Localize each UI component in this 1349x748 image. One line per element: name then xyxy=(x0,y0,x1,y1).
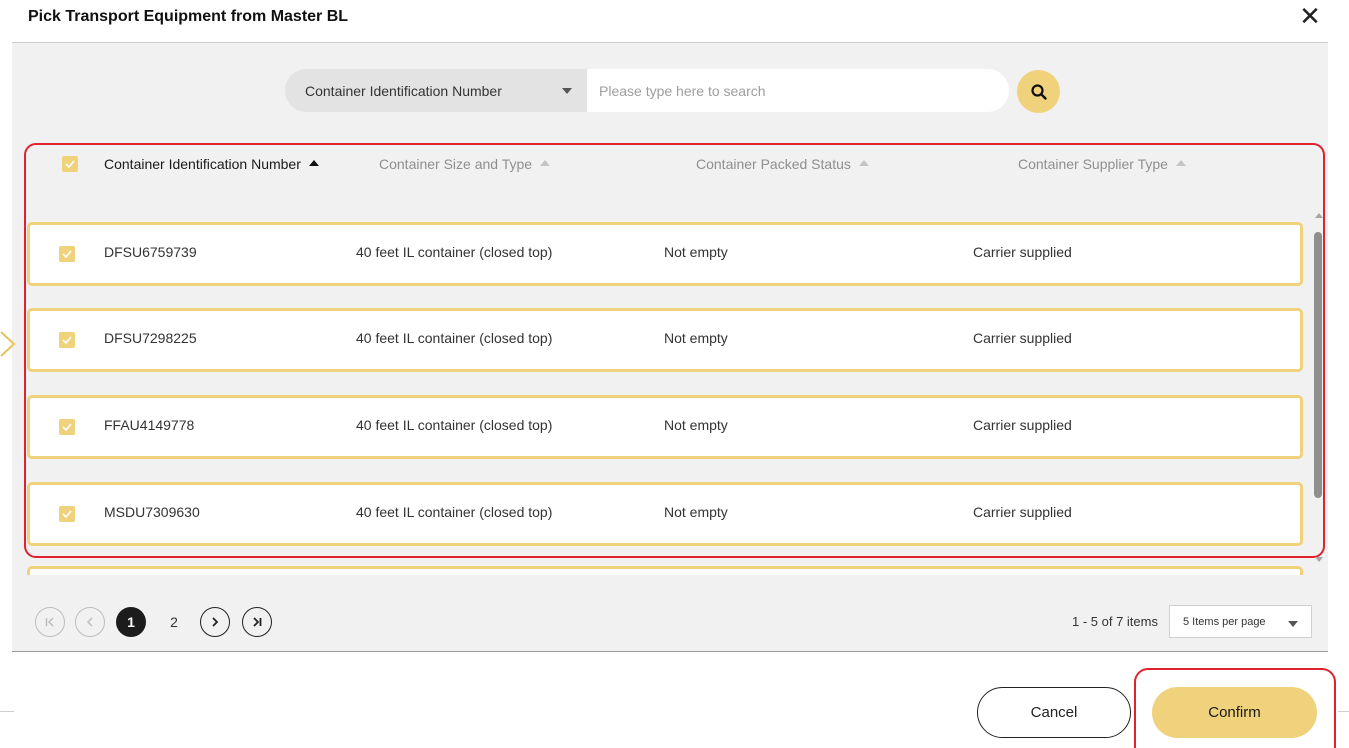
dialog-title: Pick Transport Equipment from Master BL xyxy=(28,8,349,25)
cancel-button[interactable]: Cancel xyxy=(977,687,1131,738)
page-number-current[interactable]: 1 xyxy=(116,607,146,637)
search-button[interactable] xyxy=(1017,70,1060,113)
last-page-button[interactable] xyxy=(242,607,272,637)
confirm-button[interactable]: Confirm xyxy=(1152,687,1317,738)
panel-divider xyxy=(12,651,1328,652)
divider xyxy=(0,711,14,712)
chevron-down-icon xyxy=(562,88,572,94)
chevron-down-icon xyxy=(1288,621,1298,627)
page-number[interactable]: 2 xyxy=(159,607,189,637)
scrollbar-thumb[interactable] xyxy=(1314,232,1322,498)
search-icon xyxy=(1030,83,1047,100)
prev-page-icon xyxy=(86,617,93,627)
close-icon[interactable]: ✕ xyxy=(1298,2,1322,30)
search-field-select[interactable]: Container Identification Number xyxy=(285,69,587,112)
next-page-icon xyxy=(212,617,219,627)
next-page-button[interactable] xyxy=(200,607,230,637)
dialog: Pick Transport Equipment from Master BL … xyxy=(0,0,1349,748)
pagination-items-info: 1 - 5 of 7 items xyxy=(1072,614,1158,629)
divider xyxy=(1338,711,1349,712)
search-field-select-value: Container Identification Number xyxy=(305,82,502,99)
highlight-frame-table xyxy=(24,143,1325,558)
table-row[interactable] xyxy=(27,566,1303,575)
items-per-page-select[interactable]: 5 Items per page xyxy=(1169,605,1312,638)
last-page-icon xyxy=(253,617,262,627)
slide-arrow-icon[interactable] xyxy=(0,330,16,358)
search-input[interactable] xyxy=(587,69,1009,112)
items-per-page-value: 5 Items per page xyxy=(1183,615,1266,628)
first-page-button[interactable] xyxy=(35,607,65,637)
scroll-up-arrow-icon[interactable] xyxy=(1315,213,1323,218)
prev-page-button[interactable] xyxy=(75,607,105,637)
first-page-icon xyxy=(45,617,54,627)
scroll-down-arrow-icon[interactable] xyxy=(1315,557,1323,562)
